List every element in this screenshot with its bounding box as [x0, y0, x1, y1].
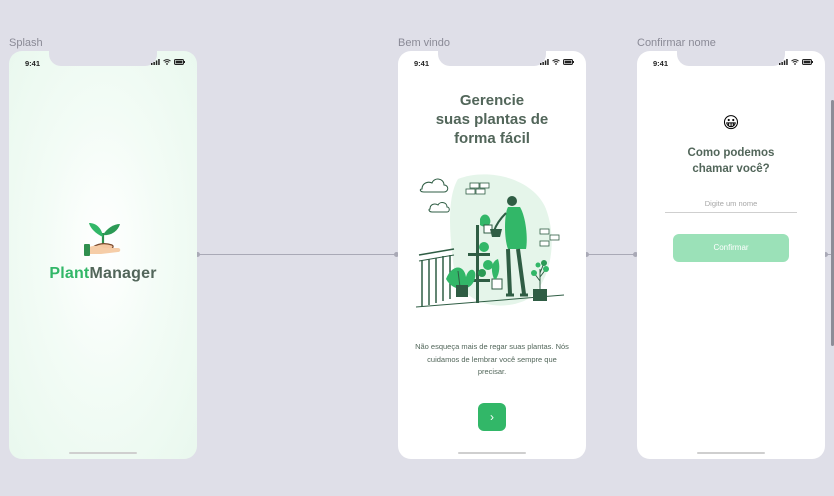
status-time: 9:41 — [653, 59, 669, 68]
phone-welcome: 9:41 Gerencie suas plantas de forma fáci… — [398, 51, 586, 459]
welcome-title: Gerencie suas plantas de forma fácil — [435, 92, 549, 147]
flow-connector — [586, 254, 637, 255]
signal-icon — [779, 59, 788, 65]
status-icons — [540, 59, 574, 65]
app-logo-text: PlantManager — [9, 265, 197, 283]
home-indicator — [458, 452, 526, 454]
confirm-name-title: Como podemos chamar você? — [687, 147, 775, 175]
logo-text-manager: Manager — [89, 265, 157, 282]
signal-icon — [151, 59, 160, 65]
home-indicator — [697, 452, 765, 454]
hand-with-plant-icon — [84, 223, 121, 256]
notch — [49, 51, 157, 66]
status-time: 9:41 — [25, 59, 41, 68]
woman-watering-plants-illustration — [415, 174, 565, 308]
phone-splash: 9:41 PlantManager — [9, 51, 197, 459]
status-icons — [779, 59, 813, 65]
wifi-icon — [552, 59, 560, 65]
phone-confirm-name: 9:41 😀 Como podemos chamar você? Confirm… — [637, 51, 825, 459]
wifi-icon — [163, 59, 171, 65]
wifi-icon — [791, 59, 799, 65]
frame-label-confirm: Confirmar nome — [637, 37, 716, 49]
home-indicator — [69, 452, 137, 454]
notch — [438, 51, 546, 66]
chevron-right-icon: › — [490, 410, 494, 424]
frame-label-splash: Splash — [9, 37, 43, 49]
battery-icon — [802, 59, 813, 65]
frame-label-welcome: Bem vindo — [398, 37, 450, 49]
welcome-description: Não esqueça mais de regar suas plantas. … — [415, 342, 569, 376]
smile-emoji-icon: 😀 — [722, 115, 740, 132]
status-icons — [151, 59, 185, 65]
status-time: 9:41 — [414, 59, 430, 68]
battery-icon — [563, 59, 574, 65]
notch — [677, 51, 785, 66]
confirm-button[interactable]: Confirmar — [673, 234, 789, 262]
signal-icon — [540, 59, 549, 65]
flow-connector — [197, 254, 398, 255]
logo-text-plant: Plant — [49, 265, 90, 282]
battery-icon — [174, 59, 185, 65]
name-input[interactable] — [665, 195, 797, 213]
next-button[interactable]: › — [478, 403, 506, 431]
